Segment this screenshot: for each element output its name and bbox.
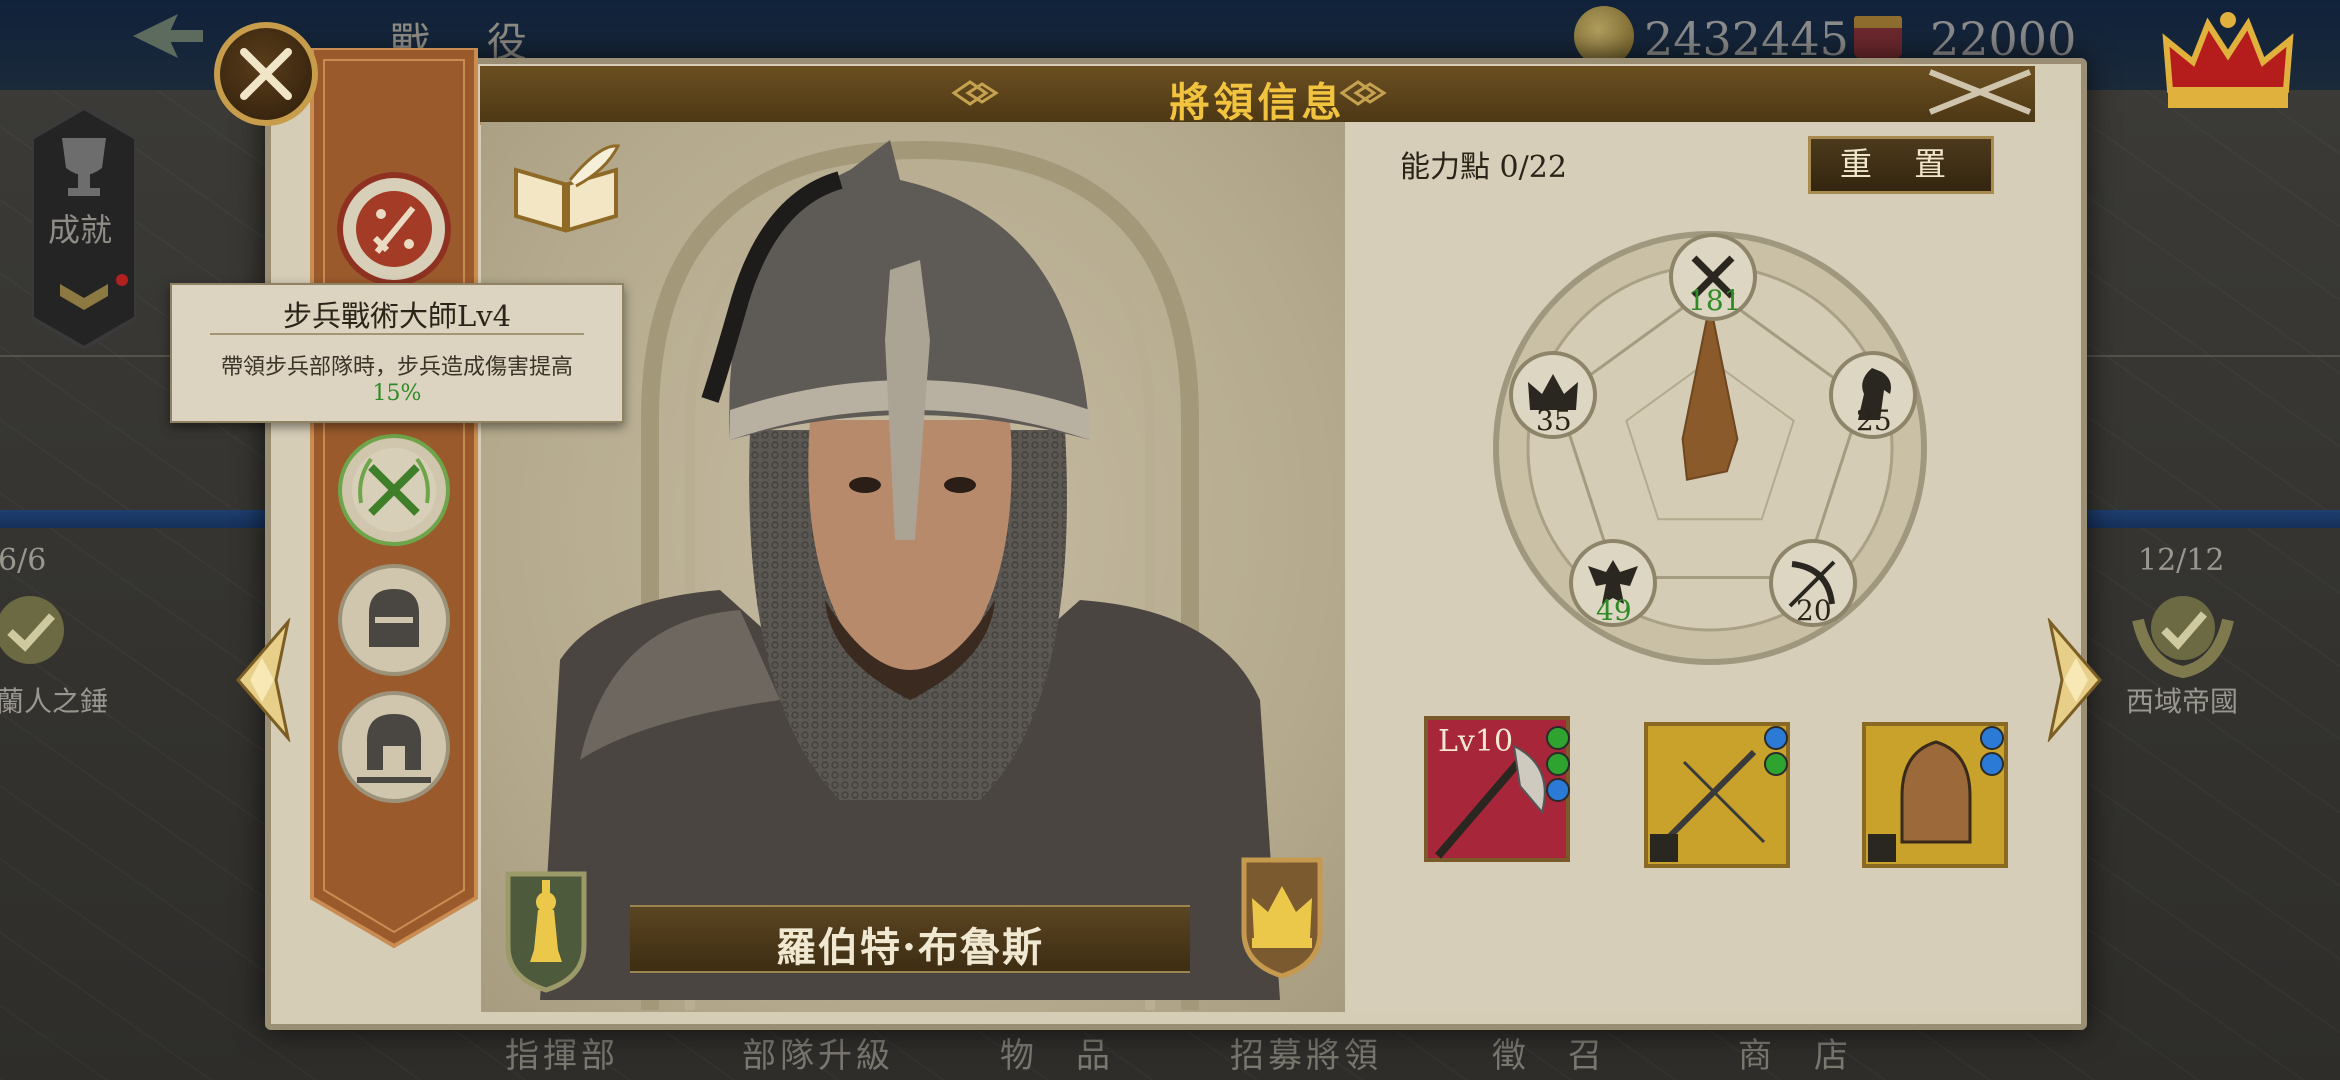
tab-items[interactable]: 物 品 bbox=[1000, 1028, 1114, 1077]
dialog-title-bar: 將領信息 bbox=[480, 66, 2035, 126]
skill-tooltip: 步兵戰術大師Lv4 帶領步兵部隊時，步兵造成傷害提高 15% bbox=[170, 283, 624, 423]
back-arrow-icon[interactable] bbox=[118, 6, 208, 66]
gem-slot-blue bbox=[1764, 726, 1788, 750]
biography-book-icon[interactable] bbox=[510, 140, 622, 236]
weapon-level: Lv10 bbox=[1438, 724, 1514, 759]
skill-blood-sword-icon[interactable] bbox=[337, 172, 451, 286]
gem-slot-green bbox=[1546, 752, 1570, 776]
rank-shield-king-icon[interactable] bbox=[500, 866, 592, 994]
right-region-laurel-icon[interactable] bbox=[2128, 580, 2238, 680]
stat-defense-value: 49 bbox=[1596, 594, 1632, 627]
title-ornament-right bbox=[1339, 80, 1387, 106]
right-region-progress: 12/12 bbox=[2138, 543, 2225, 578]
achievement-label: 成就 bbox=[48, 211, 113, 249]
stat-cavalry-value: 25 bbox=[1856, 404, 1892, 437]
previous-general-arrow-icon[interactable] bbox=[228, 618, 298, 742]
general-name-banner: 羅伯特·布魯斯 bbox=[630, 905, 1190, 973]
faction-crown-shield-icon[interactable] bbox=[1236, 852, 1328, 980]
stat-archery-value: 20 bbox=[1796, 594, 1832, 627]
close-icon bbox=[240, 48, 292, 100]
skill-crossed-swords-icon[interactable] bbox=[337, 433, 451, 547]
general-portrait bbox=[540, 140, 1280, 1000]
tab-troop-upgrade[interactable]: 部隊升級 bbox=[742, 1028, 894, 1077]
reset-button[interactable]: 重 置 bbox=[1808, 136, 1994, 194]
left-region-laurel-icon[interactable] bbox=[0, 580, 80, 680]
gem-slot-blue bbox=[1980, 752, 2004, 776]
tooltip-divider bbox=[210, 333, 584, 335]
title-corner-ornament bbox=[1928, 69, 2032, 115]
close-button[interactable] bbox=[214, 22, 318, 126]
tooltip-description: 帶領步兵部隊時，步兵造成傷害提高 bbox=[220, 355, 573, 380]
next-general-arrow-icon[interactable] bbox=[2040, 618, 2110, 742]
ability-points: 能力點 0/22 bbox=[1400, 150, 1567, 185]
general-name: 羅伯特·布魯斯 bbox=[776, 924, 1044, 971]
tab-headquarters[interactable]: 指揮部 bbox=[505, 1028, 619, 1077]
dialog-title: 將領信息 bbox=[1169, 79, 1346, 126]
gem-slot-blue bbox=[1980, 726, 2004, 750]
skill-knight-helmet-icon[interactable] bbox=[337, 563, 451, 677]
tab-shop[interactable]: 商 店 bbox=[1738, 1028, 1852, 1077]
tab-conscription[interactable]: 徵 召 bbox=[1492, 1028, 1606, 1077]
right-region-label: 西域帝國 bbox=[2126, 685, 2239, 718]
gem-slot-green bbox=[1764, 752, 1788, 776]
gold-coin-icon bbox=[1574, 6, 1634, 66]
gem-slot-green bbox=[1546, 726, 1570, 750]
left-region-label: 蘭人之錘 bbox=[0, 685, 109, 718]
stat-infantry-value: 181 bbox=[1688, 284, 1742, 317]
tooltip-title: 步兵戰術大師Lv4 bbox=[282, 299, 512, 333]
skill-spartan-helmet-icon[interactable] bbox=[337, 690, 451, 804]
stat-command-value: 35 bbox=[1536, 404, 1572, 437]
gem-chest-icon bbox=[1854, 16, 1902, 58]
tooltip-value: 15% bbox=[372, 381, 422, 406]
gem-slot-blue bbox=[1546, 778, 1570, 802]
left-region-progress: 6/6 bbox=[0, 543, 47, 578]
tab-recruit-general[interactable]: 招募將領 bbox=[1230, 1028, 1382, 1077]
crown-icon[interactable] bbox=[2158, 0, 2298, 120]
